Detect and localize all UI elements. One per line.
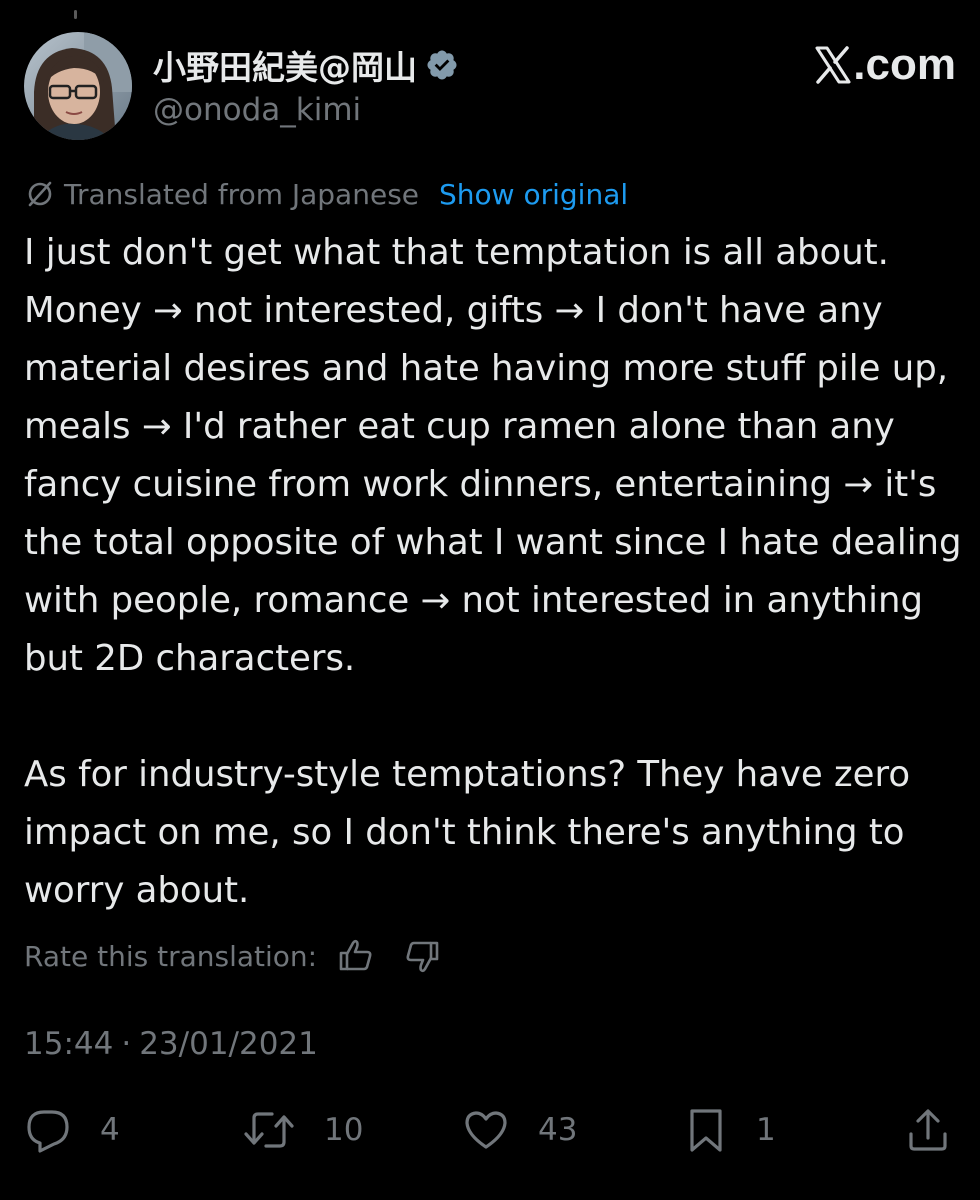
tweet-paragraph-1: I just don't get what that temptation is… [24,232,962,679]
translated-from-label: Translated from Japanese [64,177,420,211]
avatar[interactable] [24,32,132,140]
thumbs-up-icon[interactable] [337,937,375,975]
tweet-paragraph-2: As for industry-style temptations? They … [24,754,911,911]
timestamp-separator: · [121,1026,132,1062]
x-logo-icon [815,46,851,84]
globe-slash-icon [24,178,56,210]
like-count: 43 [538,1112,578,1148]
author-block: 小野田紀美@岡山 @onoda_kimi [153,42,459,128]
show-original-link[interactable]: Show original [439,178,628,211]
handle[interactable]: @onoda_kimi [153,92,459,128]
like-button[interactable]: 43 [462,1100,577,1160]
reply-icon [24,1106,72,1154]
tweet-date: 23/01/2021 [139,1026,318,1062]
timestamp[interactable]: 15:44 · 23/01/2021 [24,1022,318,1066]
retweet-icon [242,1106,296,1154]
rate-translation-label: Rate this translation: [24,939,318,973]
verified-badge-icon [425,48,459,82]
reply-count: 4 [100,1112,120,1148]
retweet-button[interactable]: 10 [242,1100,363,1160]
tweet-time: 15:44 [24,1026,114,1062]
thumbs-down-icon[interactable] [403,937,441,975]
heart-icon [462,1106,510,1154]
rate-translation-row: Rate this translation: [24,934,441,978]
tweet-header: 小野田紀美@岡山 @onoda_kimi .com [24,32,956,142]
share-icon [906,1106,950,1154]
share-button[interactable] [906,1100,950,1160]
translation-bar: Translated from Japanese Show original [24,174,628,214]
bookmark-count: 1 [756,1112,776,1148]
brand-text: .com [853,40,956,89]
top-edge-mark [74,10,77,19]
reply-button[interactable]: 4 [24,1100,120,1160]
display-name[interactable]: 小野田紀美@岡山 [153,41,417,89]
brand-watermark: .com [815,40,956,89]
bookmark-icon [684,1106,728,1154]
tweet-text: I just don't get what that temptation is… [24,224,964,920]
display-name-row: 小野田紀美@岡山 [153,42,459,88]
retweet-count: 10 [324,1112,364,1148]
action-bar: 4 10 43 1 [24,1100,950,1160]
bookmark-button[interactable]: 1 [684,1100,776,1160]
